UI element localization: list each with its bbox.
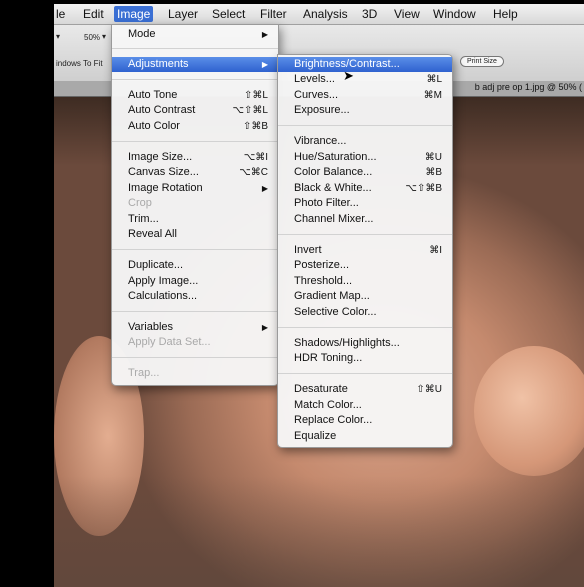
adjustments-submenu: Brightness/Contrast... Levels... ⌘L Curve… (277, 54, 453, 448)
menu-item-replace-color[interactable]: Replace Color... (278, 413, 452, 428)
menu-filter[interactable]: Filter (260, 6, 287, 22)
menu-separator (112, 311, 278, 312)
fit-windows-label[interactable]: indows To Fit (56, 59, 103, 68)
submenu-arrow-icon: ▶ (261, 30, 268, 39)
menu-separator (278, 327, 452, 328)
menu-help[interactable]: Help (493, 6, 518, 22)
submenu-arrow-icon: ▶ (261, 323, 268, 332)
menu-item-apply-data-set: Apply Data Set... (128, 336, 211, 348)
menu-item-image-size[interactable]: Image Size... ⌥⌘I (112, 150, 278, 165)
menu-view[interactable]: View (394, 6, 420, 22)
menu-item-auto-tone[interactable]: Auto Tone ⇧⌘L (112, 88, 278, 103)
menu-item-image-rotation[interactable]: Image Rotation ▶ (112, 181, 278, 196)
menu-item-channel-mixer[interactable]: Channel Mixer... (278, 212, 452, 227)
menu-item-vibrance[interactable]: Vibrance... (278, 134, 452, 149)
menu-analysis[interactable]: Analysis (303, 6, 348, 22)
menu-item-canvas-size[interactable]: Canvas Size... ⌥⌘C (112, 165, 278, 180)
menu-item-black-white[interactable]: Black & White... ⌥⇧⌘B (278, 181, 452, 196)
menu-item-invert[interactable]: Invert ⌘I (278, 243, 452, 258)
menu-item-apply-image[interactable]: Apply Image... (112, 274, 278, 289)
menu-separator (278, 373, 452, 374)
submenu-arrow-icon: ▶ (261, 60, 268, 69)
menu-item-adjustments[interactable]: Adjustments ▶ (112, 57, 278, 72)
menu-item-posterize[interactable]: Posterize... (278, 258, 452, 273)
zoom-dropdown-icon[interactable]: ▾ (102, 32, 106, 41)
image-menu: Mode ▶ Adjustments ▶ Auto Tone ⇧⌘L Auto Con… (111, 24, 279, 386)
menu-item-photo-filter[interactable]: Photo Filter... (278, 196, 452, 211)
menu-item-calculations[interactable]: Calculations... (112, 289, 278, 304)
menu-item-hdr-toning[interactable]: HDR Toning... (278, 351, 452, 366)
menu-item-reveal-all[interactable]: Reveal All (112, 227, 278, 242)
menu-select[interactable]: Select (212, 6, 245, 22)
menu-item-variables[interactable]: Variables ▶ (112, 320, 278, 335)
menu-item-gradient-map[interactable]: Gradient Map... (278, 289, 452, 304)
photo-nose (474, 346, 584, 476)
menu-item-auto-color[interactable]: Auto Color ⇧⌘B (112, 119, 278, 134)
menu-separator (278, 125, 452, 126)
menu-item-duplicate[interactable]: Duplicate... (112, 258, 278, 273)
menu-separator (112, 357, 278, 358)
menu-bar: le Edit Image Layer Select Filter Analys… (54, 4, 584, 25)
menu-item-crop: Crop (128, 197, 152, 209)
menu-item-color-balance[interactable]: Color Balance... ⌘B (278, 165, 452, 180)
menu-edit[interactable]: Edit (83, 6, 104, 22)
menu-item-curves[interactable]: Curves... ⌘M (278, 88, 452, 103)
menu-item-exposure[interactable]: Exposure... (278, 103, 452, 118)
photo-chin (54, 476, 584, 587)
menu-item-trap: Trap... (128, 367, 160, 379)
menu-item-selective-color[interactable]: Selective Color... (278, 305, 452, 320)
document-tab[interactable]: b adj pre op 1.jpg @ 50% ( (475, 82, 582, 92)
chevron-down-icon[interactable]: ▾ (56, 32, 60, 41)
menu-item-levels[interactable]: Levels... ⌘L (278, 72, 452, 87)
menu-item-brightness-contrast[interactable]: Brightness/Contrast... (278, 57, 452, 72)
menu-image[interactable]: Image (114, 6, 154, 22)
menu-file[interactable]: le (56, 6, 65, 22)
menu-separator (112, 249, 278, 250)
menu-item-shadows-highlights[interactable]: Shadows/Highlights... (278, 336, 452, 351)
mouse-pointer-icon: ➤ (343, 68, 354, 83)
menu-item-threshold[interactable]: Threshold... (278, 274, 452, 289)
menu-layer[interactable]: Layer (168, 6, 198, 22)
zoom-field[interactable]: 50% (84, 33, 100, 42)
menu-item-desaturate[interactable]: Desaturate ⇧⌘U (278, 382, 452, 397)
submenu-arrow-icon: ▶ (261, 184, 268, 193)
print-size-button[interactable]: Print Size (460, 56, 504, 67)
menu-separator (278, 234, 452, 235)
menu-item-hue-saturation[interactable]: Hue/Saturation... ⌘U (278, 150, 452, 165)
menu-item-trim[interactable]: Trim... (112, 212, 278, 227)
menu-3d[interactable]: 3D (362, 6, 377, 22)
menu-separator (112, 141, 278, 142)
menu-item-equalize[interactable]: Equalize (278, 429, 452, 444)
menu-window[interactable]: Window (433, 6, 476, 22)
menu-separator (112, 48, 278, 49)
menu-item-match-color[interactable]: Match Color... (278, 398, 452, 413)
menu-separator (112, 79, 278, 80)
menu-item-mode[interactable]: Mode ▶ (112, 27, 278, 42)
menu-item-auto-contrast[interactable]: Auto Contrast ⌥⇧⌘L (112, 103, 278, 118)
